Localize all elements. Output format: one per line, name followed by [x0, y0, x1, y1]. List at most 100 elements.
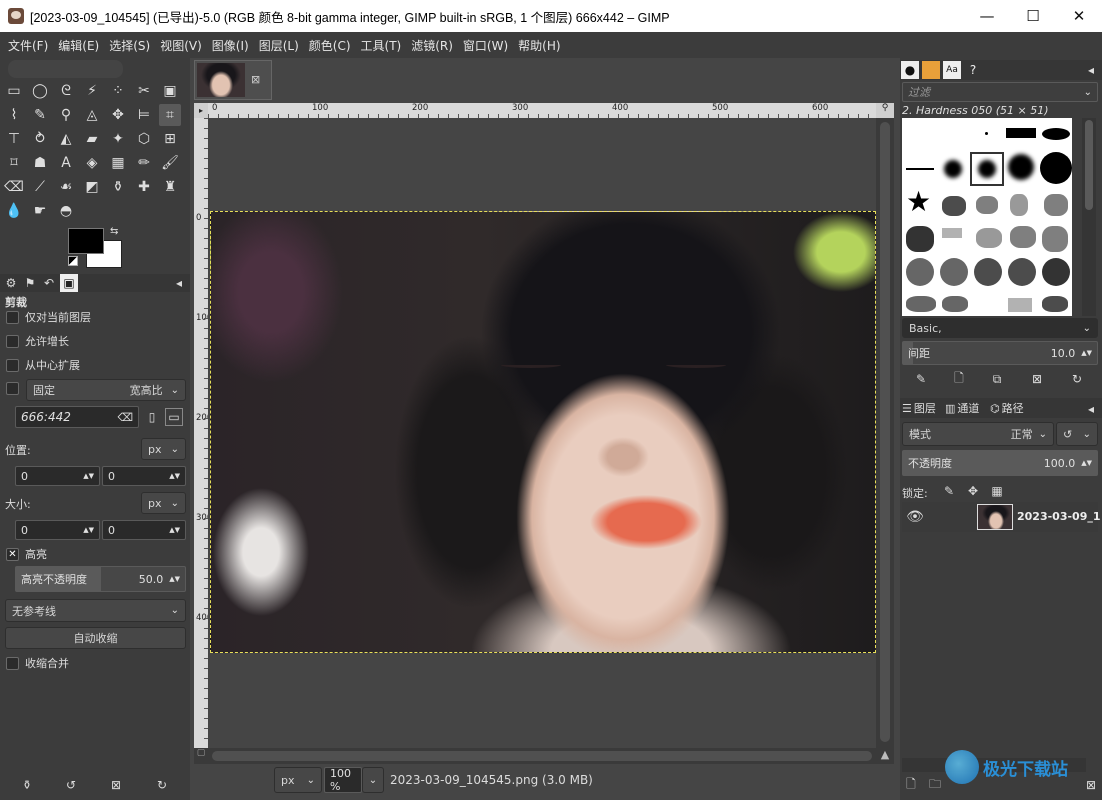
- tab-channels[interactable]: ▥ 通道: [945, 400, 979, 416]
- restore-tool-preset-icon[interactable]: ↺: [62, 776, 80, 794]
- brush-item[interactable]: [940, 258, 968, 286]
- scissors-icon[interactable]: ✂: [133, 80, 155, 102]
- brush-item[interactable]: [1042, 226, 1068, 252]
- spin-icon[interactable]: ▲▼: [1081, 349, 1092, 357]
- brush-grid[interactable]: ★: [902, 118, 1072, 316]
- allow-growing-row[interactable]: 允许增长: [6, 333, 69, 349]
- brush-item[interactable]: [906, 258, 934, 286]
- new-layer-icon[interactable]: 🗋: [902, 776, 920, 794]
- warp-icon[interactable]: ☗: [29, 152, 51, 174]
- gradient-icon[interactable]: ▦: [107, 152, 129, 174]
- portrait-icon[interactable]: ▯: [143, 408, 161, 426]
- fonts-tab-icon[interactable]: Aa: [943, 61, 961, 79]
- new-brush-icon[interactable]: 🗋: [950, 370, 968, 388]
- menu-view[interactable]: 视图(V): [155, 37, 207, 54]
- default-colors-icon[interactable]: [68, 256, 78, 266]
- brush-item[interactable]: [942, 296, 968, 312]
- quickmask-toggle-icon[interactable]: ▢: [194, 748, 208, 764]
- paths-icon[interactable]: ⌇: [3, 104, 25, 126]
- airbrush-icon[interactable]: ⟋: [29, 176, 51, 198]
- brush-item[interactable]: [1042, 258, 1070, 286]
- current-layer-only-checkbox[interactable]: [6, 310, 19, 324]
- spin-icon[interactable]: ▲▼: [169, 526, 180, 534]
- warp-transform-icon[interactable]: ⥁: [29, 128, 51, 150]
- panel-menu-icon[interactable]: ◂: [170, 274, 188, 292]
- color-picker-icon[interactable]: ✎: [29, 104, 51, 126]
- eye-icon[interactable]: 👁: [906, 508, 924, 526]
- bucket-fill-icon[interactable]: ◈: [81, 152, 103, 174]
- brush-item-star[interactable]: ★: [906, 188, 931, 216]
- quickmask-corner-icon[interactable]: ▸: [194, 103, 208, 118]
- landscape-icon[interactable]: ▭: [165, 408, 183, 426]
- smudge-icon[interactable]: ☛: [29, 200, 51, 222]
- device-status-tab-icon[interactable]: ⚑: [21, 274, 39, 292]
- brush-item[interactable]: [1040, 152, 1072, 184]
- zoom-dropdown[interactable]: ⌄: [362, 767, 384, 793]
- menu-tools[interactable]: 工具(T): [356, 37, 407, 54]
- auto-shrink-button[interactable]: 自动收缩: [5, 627, 186, 649]
- size-w-input[interactable]: 0 ▲▼: [15, 520, 100, 540]
- duplicate-brush-icon[interactable]: ⧉: [988, 370, 1006, 388]
- unit-dropdown[interactable]: px ⌄: [274, 767, 322, 793]
- brush-item[interactable]: [1008, 298, 1032, 312]
- highlight-row[interactable]: ✕ 高亮: [6, 546, 47, 562]
- ellipse-select-icon[interactable]: ◯: [29, 80, 51, 102]
- brush-item[interactable]: [1010, 226, 1036, 248]
- dock-menu-icon[interactable]: ◂: [1082, 61, 1100, 79]
- menu-filters[interactable]: 滤镜(R): [406, 37, 458, 54]
- brush-item[interactable]: [1006, 128, 1036, 138]
- handle-transform-icon[interactable]: ⊞: [159, 128, 181, 150]
- new-group-icon[interactable]: 🗀: [926, 776, 944, 794]
- spin-icon[interactable]: ▲▼: [1081, 459, 1092, 467]
- fuzzy-select-icon[interactable]: ⚡: [81, 80, 103, 102]
- image-canvas[interactable]: [208, 118, 876, 748]
- spin-icon[interactable]: ▲▼: [83, 472, 94, 480]
- help-tab-icon[interactable]: ?: [964, 61, 982, 79]
- image-tab[interactable]: ⊠: [194, 60, 272, 100]
- blur-icon[interactable]: 💧: [3, 200, 25, 222]
- maximize-button[interactable]: ☐: [1010, 0, 1056, 32]
- image-layer-content[interactable]: [210, 211, 876, 653]
- menu-layer[interactable]: 图层(L): [254, 37, 304, 54]
- spin-icon[interactable]: ▲▼: [83, 526, 94, 534]
- brush-item[interactable]: [906, 226, 934, 252]
- brush-preset-dropdown[interactable]: Basic, ⌄: [902, 318, 1098, 338]
- zoom-icon[interactable]: ⚲: [55, 104, 77, 126]
- brush-item[interactable]: [1044, 194, 1068, 216]
- layer-mode-dropdown[interactable]: 模式 正常 ⌄: [902, 422, 1054, 446]
- brush-item[interactable]: [1008, 258, 1036, 286]
- save-tool-preset-icon[interactable]: ⚱: [18, 776, 36, 794]
- spin-icon[interactable]: ▲▼: [169, 472, 180, 480]
- vertical-scroll-thumb[interactable]: [880, 122, 890, 742]
- lock-position-icon[interactable]: ✥: [964, 482, 982, 500]
- zoom-fit-icon[interactable]: ⚲: [876, 103, 894, 118]
- highlight-checkbox[interactable]: ✕: [6, 547, 19, 561]
- brush-item[interactable]: [944, 160, 962, 178]
- dock-menu-icon[interactable]: ◂: [1082, 400, 1100, 418]
- foreground-color-swatch[interactable]: [68, 228, 104, 254]
- lock-alpha-icon[interactable]: ▦: [988, 482, 1006, 500]
- current-layer-only-row[interactable]: 仅对当前图层: [6, 309, 91, 325]
- allow-growing-checkbox[interactable]: [6, 334, 19, 348]
- brush-item[interactable]: [1010, 194, 1028, 216]
- highlight-opacity-slider[interactable]: 高亮不透明度 50.0 ▲▼: [15, 566, 186, 592]
- crop-icon[interactable]: ⌗: [159, 104, 181, 126]
- lock-pixels-icon[interactable]: ✎: [940, 482, 958, 500]
- brush-filter-input[interactable]: 过滤 ⌄: [902, 82, 1098, 102]
- fixed-checkbox[interactable]: [6, 382, 19, 395]
- brush-item[interactable]: [1042, 128, 1070, 140]
- brush-item[interactable]: [1042, 296, 1068, 312]
- brush-item[interactable]: [985, 132, 988, 135]
- ink-icon[interactable]: ☙: [55, 176, 77, 198]
- undo-history-tab-icon[interactable]: ↶: [40, 274, 58, 292]
- composite-mode-dropdown[interactable]: ↺ ⌄: [1056, 422, 1098, 446]
- patterns-tab-icon[interactable]: [922, 61, 940, 79]
- align-icon[interactable]: ⊨: [133, 104, 155, 126]
- pencil-icon[interactable]: ✏: [133, 152, 155, 174]
- tool-options-tab-icon[interactable]: ⚙: [2, 274, 20, 292]
- brushes-tab-icon[interactable]: ●: [901, 61, 919, 79]
- size-unit-dropdown[interactable]: px ⌄: [141, 492, 186, 514]
- text-icon[interactable]: A: [55, 152, 77, 174]
- clear-icon[interactable]: ⌫: [117, 411, 133, 424]
- menu-image[interactable]: 图像(I): [207, 37, 254, 54]
